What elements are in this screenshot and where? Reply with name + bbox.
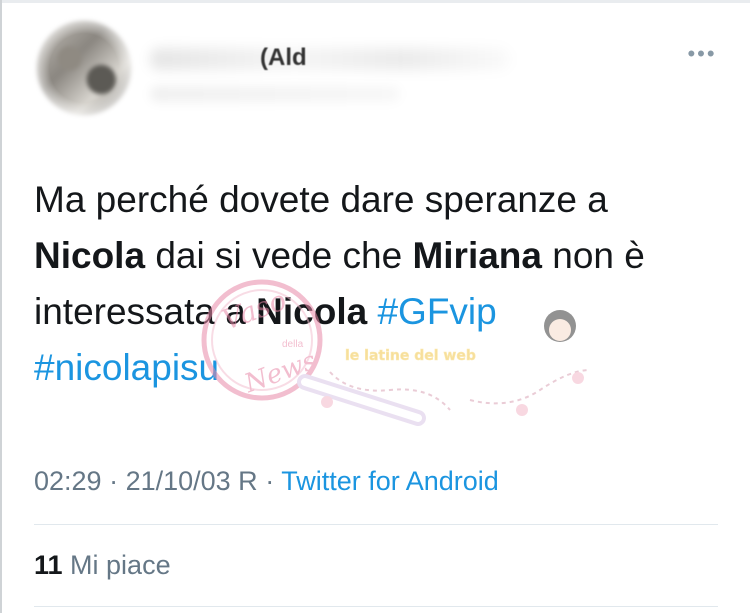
meta-separator: · xyxy=(101,466,126,496)
tweet-text-segment: dai si vede che xyxy=(145,235,413,276)
likes-label: Mi piace xyxy=(62,550,171,580)
likes-row[interactable]: 11 Mi piace xyxy=(34,550,171,581)
meta-separator: · xyxy=(257,466,282,496)
name-nicola: Nicola xyxy=(34,235,146,276)
author-handle-redaction xyxy=(150,86,400,102)
tweet-date: 21/10/03 R xyxy=(125,466,258,496)
more-options-button[interactable]: ••• xyxy=(682,42,722,66)
name-miriana: Miriana xyxy=(412,235,542,276)
divider xyxy=(34,524,718,525)
likes-count: 11 xyxy=(34,550,63,580)
author-name[interactable]: (Ald xyxy=(150,44,530,74)
author-name-fragment: (Ald xyxy=(260,44,307,71)
tweet-source-link[interactable]: Twitter for Android xyxy=(281,466,499,496)
name-redaction xyxy=(150,48,510,70)
tweet-text-segment: Ma perché dovete dare speranze a xyxy=(34,179,608,220)
tweet-time: 02:29 xyxy=(34,466,102,496)
hashtag-gfvip[interactable]: #GFvip xyxy=(377,291,496,332)
name-nicola: Nicola xyxy=(256,291,368,332)
tweet-meta: 02:29 · 21/10/03 R · Twitter for Android xyxy=(34,466,499,497)
tweet-text: Ma perché dovete dare speranze a Nicola … xyxy=(34,172,724,396)
divider xyxy=(34,606,718,607)
left-edge xyxy=(0,0,2,613)
hashtag-nicolapisu[interactable]: #nicolapisu xyxy=(34,347,219,388)
more-horizontal-icon: ••• xyxy=(687,41,717,66)
avatar-blur-overlay xyxy=(30,14,138,122)
tweet-text-segment xyxy=(367,291,377,332)
top-edge xyxy=(0,0,750,3)
